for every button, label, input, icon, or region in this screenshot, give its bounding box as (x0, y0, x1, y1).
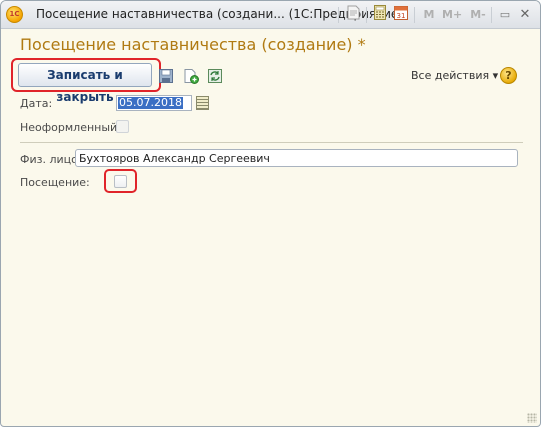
toolbar-separator (366, 7, 367, 23)
visit-checkbox[interactable] (114, 175, 127, 188)
restore-icon[interactable]: ▭ (498, 5, 512, 24)
toolbar-separator (414, 7, 415, 23)
toolbar-separator (491, 7, 492, 23)
person-value: Бухтояров Александр Сергеевич (79, 152, 270, 165)
calculator-icon[interactable] (373, 5, 387, 24)
help-icon[interactable]: ? (500, 67, 517, 84)
add-copy-icon[interactable] (183, 68, 199, 84)
date-value: 05.07.2018 (118, 96, 183, 109)
person-input[interactable]: Бухтояров Александр Сергеевич (75, 149, 518, 167)
date-picker-icon[interactable] (196, 96, 209, 110)
toolbar-separator (338, 7, 339, 23)
svg-text:31: 31 (397, 12, 406, 20)
all-actions-menu[interactable]: Все действия ▾ (411, 69, 498, 82)
date-label: Дата: (20, 97, 53, 110)
memory-m-button[interactable]: M (422, 5, 436, 24)
visit-label: Посещение: (20, 176, 90, 189)
form-window: 1С Посещение наставничества (создани... … (0, 0, 541, 427)
close-icon[interactable]: ✕ (517, 5, 533, 24)
title-bar[interactable]: 1С Посещение наставничества (создани... … (1, 1, 540, 29)
app-logo-icon: 1С (6, 6, 23, 23)
unformed-label: Неоформленный: (20, 121, 121, 134)
document-icon[interactable] (345, 5, 361, 24)
section-divider (20, 142, 523, 143)
form-heading: Посещение наставничества (создание) * (20, 35, 366, 54)
date-input[interactable]: 05.07.2018 (116, 95, 192, 111)
resize-grip[interactable] (527, 413, 537, 423)
person-label: Физ. лицо: (20, 153, 82, 166)
refresh-icon[interactable] (207, 68, 223, 84)
save-icon[interactable] (158, 68, 174, 84)
memory-plus-button[interactable]: M+ (442, 5, 462, 24)
memory-minus-button[interactable]: M- (468, 5, 488, 24)
calendar-icon[interactable]: 31 (394, 5, 408, 24)
save-and-close-button[interactable]: Записать и закрыть (18, 63, 152, 104)
unformed-checkbox[interactable] (116, 120, 129, 133)
